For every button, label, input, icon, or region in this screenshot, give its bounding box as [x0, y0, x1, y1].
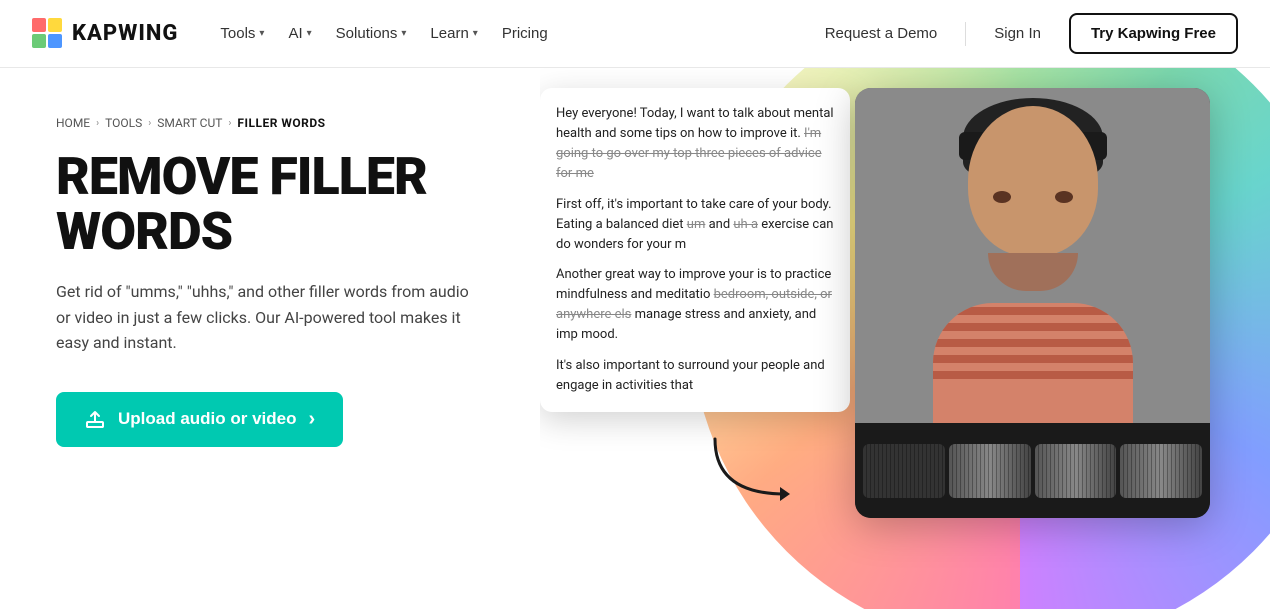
video-person: [855, 88, 1210, 423]
sign-in-button[interactable]: Sign In: [978, 17, 1057, 50]
breadcrumb-tools[interactable]: TOOLS: [105, 116, 142, 130]
breadcrumb-current: FILLER WORDS: [237, 116, 325, 130]
transcript-card: Hey everyone! Today, I want to talk abou…: [540, 88, 850, 412]
person-body: [933, 303, 1133, 423]
nav-left: KAPWING Tools ▾ AI ▾ Solutions ▾ Learn ▾…: [32, 17, 558, 50]
video-timeline: [855, 423, 1210, 518]
logo[interactable]: KAPWING: [32, 18, 178, 50]
transcript-para-4: It's also important to surround your peo…: [556, 356, 834, 396]
breadcrumb-sep: ›: [148, 118, 151, 129]
breadcrumb-smart-cut[interactable]: SMART CUT: [157, 116, 222, 130]
arrow-icon: ›: [309, 408, 316, 431]
transcript-para-2: First off, it's important to take care o…: [556, 195, 834, 255]
nav-divider: [965, 22, 966, 46]
video-frame: [855, 88, 1210, 518]
nav-solutions[interactable]: Solutions ▾: [326, 17, 417, 50]
hero-left: HOME › TOOLS › SMART CUT › FILLER WORDS …: [0, 68, 540, 609]
chevron-down-icon: ▾: [473, 28, 478, 39]
page-title: REMOVE FILLER WORDS: [56, 150, 500, 259]
transcript-para-1: Hey everyone! Today, I want to talk abou…: [556, 104, 834, 185]
logo-text: KAPWING: [72, 21, 178, 46]
breadcrumb-sep: ›: [228, 118, 231, 129]
nav-ai[interactable]: AI ▾: [278, 17, 321, 50]
nav-right: Request a Demo Sign In Try Kapwing Free: [809, 13, 1238, 54]
breadcrumb-sep: ›: [96, 118, 99, 129]
upload-button[interactable]: Upload audio or video ›: [56, 392, 343, 447]
nav-learn[interactable]: Learn ▾: [420, 17, 487, 50]
nav-links: Tools ▾ AI ▾ Solutions ▾ Learn ▾ Pricing: [210, 17, 557, 50]
person-head: [968, 106, 1098, 256]
chevron-down-icon: ▾: [401, 28, 406, 39]
logo-icon: [32, 18, 64, 50]
timeline-clip-2: [949, 444, 1031, 498]
main-content: HOME › TOOLS › SMART CUT › FILLER WORDS …: [0, 68, 1270, 609]
timeline-clip-4: [1120, 444, 1202, 498]
try-free-button[interactable]: Try Kapwing Free: [1069, 13, 1238, 54]
timeline-clip-3: [1035, 444, 1117, 498]
hero-right: Hey everyone! Today, I want to talk abou…: [540, 68, 1270, 609]
breadcrumb-home[interactable]: HOME: [56, 116, 90, 130]
nav-tools[interactable]: Tools ▾: [210, 17, 274, 50]
navigation: KAPWING Tools ▾ AI ▾ Solutions ▾ Learn ▾…: [0, 0, 1270, 68]
upload-icon: [84, 408, 106, 430]
hero-subtext: Get rid of "umms," "uhhs," and other fil…: [56, 279, 476, 356]
transcript-para-3: Another great way to improve your is to …: [556, 265, 834, 346]
shirt-stripes: [933, 303, 1133, 423]
request-demo-button[interactable]: Request a Demo: [809, 17, 954, 50]
chevron-down-icon: ▾: [307, 28, 312, 39]
chevron-down-icon: ▾: [259, 28, 264, 39]
timeline-clip-1: [863, 444, 945, 498]
arrow-graphic: [695, 429, 825, 509]
nav-pricing[interactable]: Pricing: [492, 17, 558, 50]
breadcrumb: HOME › TOOLS › SMART CUT › FILLER WORDS: [56, 116, 500, 130]
